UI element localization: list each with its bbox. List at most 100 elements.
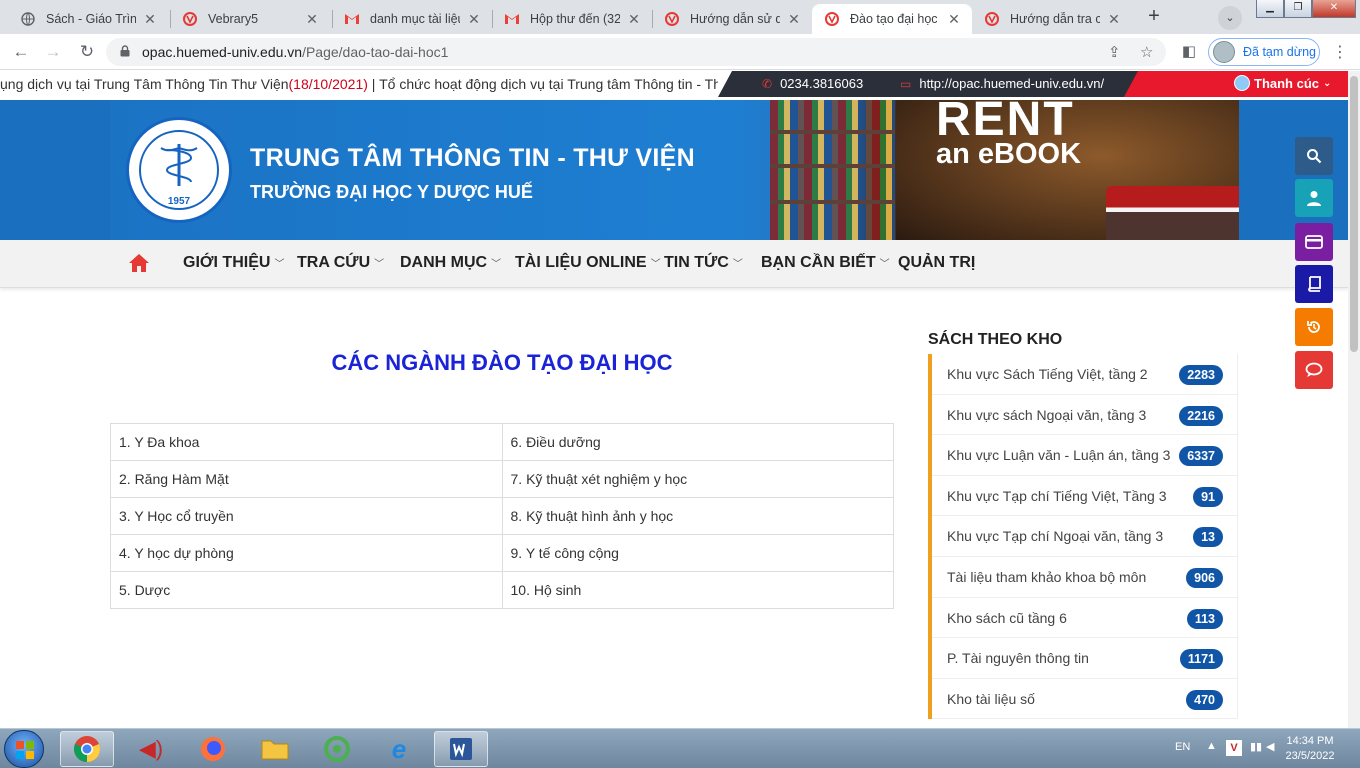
- history-float-button[interactable]: [1295, 308, 1333, 346]
- language-indicator[interactable]: EN: [1175, 741, 1190, 753]
- major-cell: 3. Y Học cổ truyền: [110, 497, 503, 535]
- tab-dao-tao-dai-hoc[interactable]: Đào tạo đại học ✕: [812, 4, 972, 34]
- url-path: /Page/dao-tao-dai-hoc1: [302, 44, 449, 60]
- sidebar-collection-list: Khu vực Sách Tiếng Việt, tầng 2 2283 Khu …: [928, 354, 1238, 720]
- sidebar-item-sach-tieng-viet[interactable]: Khu vực Sách Tiếng Việt, tầng 2 2283: [932, 354, 1238, 395]
- url-text[interactable]: opac.huemed-univ.edu.vn/Page/dao-tao-dai…: [142, 44, 448, 60]
- tab-huong-dan-su-dung[interactable]: Hướng dẫn sử dụ ✕: [652, 4, 812, 34]
- close-tab-icon[interactable]: ✕: [142, 11, 158, 28]
- card-float-button[interactable]: [1295, 223, 1333, 261]
- books-stack-image: [1106, 186, 1239, 240]
- tab-danh-muc[interactable]: danh mục tài liệu ✕: [332, 4, 492, 34]
- start-button[interactable]: [4, 730, 44, 768]
- taskbar-chrome[interactable]: [60, 731, 114, 767]
- taskbar-word[interactable]: [434, 731, 488, 767]
- system-clock[interactable]: 14:34 PM 23/5/2022: [1282, 734, 1338, 764]
- maximize-button[interactable]: ❐: [1284, 0, 1312, 18]
- taskbar-firefox[interactable]: [186, 731, 240, 767]
- browser-menu-icon[interactable]: ⋮: [1332, 42, 1348, 62]
- nav-tra-cuu[interactable]: TRA CỨU ﹀: [297, 254, 384, 272]
- profile-paused-button[interactable]: Đã tạm dừng: [1208, 38, 1320, 66]
- taskbar-volume[interactable]: ◀): [124, 731, 178, 767]
- close-tab-icon[interactable]: ✕: [626, 11, 642, 28]
- contact-website[interactable]: ▭ http://opac.huemed-univ.edu.vn/: [900, 76, 1104, 91]
- card-icon: [1305, 235, 1323, 249]
- browser-toolbar: ← → ↻ opac.huemed-univ.edu.vn/Page/dao-t…: [0, 34, 1360, 70]
- major-cell: 10. Hộ sinh: [501, 571, 894, 609]
- close-tab-icon[interactable]: ✕: [946, 11, 962, 28]
- site-subtitle: TRƯỜNG ĐẠI HỌC Y DƯỢC HUẾ: [250, 182, 533, 202]
- contact-phone[interactable]: ✆ 0234.3816063: [762, 76, 863, 91]
- new-tab-button[interactable]: +: [1140, 5, 1168, 29]
- news-marquee[interactable]: ụng dịch vụ tại Trung Tâm Thông Tin Thư …: [0, 71, 730, 97]
- chevron-down-icon: ﹀: [650, 259, 661, 270]
- vietkey-icon[interactable]: V: [1226, 740, 1242, 756]
- share-icon[interactable]: ⇪: [1108, 43, 1121, 61]
- sidebar-item-kho-tai-lieu-so[interactable]: Kho tài liệu số 470: [932, 678, 1238, 720]
- sidebar-item-tai-lieu-tham-khao[interactable]: Tài liệu tham khảo khoa bộ môn 906: [932, 556, 1238, 598]
- nav-gioi-thieu[interactable]: GIỚI THIỆU ﹀: [183, 254, 284, 272]
- marquee-date: (18/10/2021): [288, 76, 368, 92]
- nav-ban-can-biet[interactable]: BẠN CẦN BIẾT ﹀: [761, 254, 890, 272]
- search-icon: [1307, 149, 1322, 164]
- nav-tai-lieu-online[interactable]: TÀI LIỆU ONLINE ﹀: [515, 254, 661, 272]
- marquee-text-after: | Tổ chức hoạt động dịch vụ tại Trung tâ…: [367, 76, 730, 92]
- user-icon: [1307, 191, 1321, 206]
- reload-icon[interactable]: ↻: [76, 42, 98, 62]
- tab-search-chevron-icon[interactable]: ⌄: [1218, 6, 1242, 30]
- tab-vebrary5[interactable]: Vebrary5 ✕: [170, 4, 330, 34]
- list-item-label: Kho sách cũ tầng 6: [947, 609, 1067, 626]
- chevron-down-icon: ﹀: [374, 259, 385, 270]
- majors-table: 1. Y Đa khoa 6. Điều dưỡng 2. Răng Hàm M…: [110, 423, 894, 609]
- network-icon[interactable]: ▮▮: [1250, 740, 1262, 753]
- user-menu-toggle[interactable]: Thanh cúc ⌄: [1234, 75, 1331, 91]
- tab-sach-giao-trinh[interactable]: Sách - Giáo Trình Đ ✕: [8, 4, 168, 34]
- close-window-button[interactable]: ✕: [1312, 0, 1356, 18]
- bookshelf-image: [770, 100, 895, 240]
- close-tab-icon[interactable]: ✕: [1106, 11, 1122, 28]
- close-tab-icon[interactable]: ✕: [466, 11, 482, 28]
- taskbar-coccoc[interactable]: [310, 731, 364, 767]
- forward-arrow-icon[interactable]: →: [42, 42, 64, 62]
- nav-label: QUẢN TRỊ: [898, 254, 976, 271]
- lock-icon[interactable]: [120, 45, 130, 57]
- taskbar-ie[interactable]: e: [372, 731, 426, 767]
- taskbar-explorer[interactable]: [248, 731, 302, 767]
- tab-huong-dan-tra-cuu[interactable]: Hướng dẫn tra cứ ✕: [972, 4, 1132, 34]
- close-tab-icon[interactable]: ✕: [304, 11, 320, 28]
- sidebar-item-luan-van[interactable]: Khu vực Luận văn - Luận án, tầng 3 6337: [932, 435, 1238, 476]
- side-panel-icon[interactable]: ◧: [1178, 42, 1200, 62]
- history-icon: [1307, 321, 1320, 333]
- bookmark-star-icon[interactable]: ☆: [1140, 43, 1153, 61]
- tab-hop-thu-den[interactable]: Hộp thư đến (326) ✕: [492, 4, 652, 34]
- sidebar-item-tap-chi-tieng-viet[interactable]: Khu vực Tạp chí Tiếng Việt, Tầng 3 91: [932, 475, 1238, 517]
- nav-quan-tri[interactable]: QUẢN TRỊ: [898, 254, 975, 272]
- tab-title: Hộp thư đến (326): [530, 12, 620, 26]
- nav-label: TIN TỨC: [664, 254, 729, 271]
- user-float-button[interactable]: [1295, 179, 1333, 217]
- count-badge: 6337: [1179, 446, 1223, 467]
- chrome-icon: [74, 736, 100, 762]
- minimize-button[interactable]: ▁: [1256, 0, 1284, 18]
- scrollbar-thumb[interactable]: [1350, 76, 1358, 352]
- book-float-button[interactable]: [1295, 265, 1333, 303]
- back-arrow-icon[interactable]: ←: [10, 42, 32, 62]
- nav-tin-tuc[interactable]: TIN TỨC ﹀: [664, 254, 743, 272]
- sidebar-item-tai-nguyen-thong-tin[interactable]: P. Tài nguyên thông tin 1171: [932, 638, 1238, 679]
- shelf-board: [770, 200, 895, 204]
- search-float-button[interactable]: [1295, 137, 1333, 175]
- user-avatar: [1234, 75, 1250, 91]
- nav-danh-muc[interactable]: DANH MỤC ﹀: [400, 254, 501, 272]
- monitor-icon: ▭: [900, 77, 912, 91]
- volume-tray-icon[interactable]: ◀: [1266, 740, 1274, 753]
- home-icon[interactable]: [128, 253, 150, 273]
- sidebar-item-tap-chi-ngoai-van[interactable]: Khu vực Tạp chí Ngoại văn, tầng 3 13: [932, 516, 1238, 557]
- chat-float-button[interactable]: [1295, 351, 1333, 389]
- university-logo[interactable]: 1957: [126, 117, 232, 223]
- tray-expand-icon[interactable]: ▲: [1206, 740, 1217, 752]
- sidebar-item-kho-sach-cu[interactable]: Kho sách cũ tầng 6 113: [932, 597, 1238, 639]
- sidebar-item-sach-ngoai-van[interactable]: Khu vực sách Ngoại văn, tầng 3 2216: [932, 394, 1238, 436]
- address-bar[interactable]: opac.huemed-univ.edu.vn/Page/dao-tao-dai…: [106, 38, 1166, 66]
- user-menu[interactable]: Thanh cúc ⌄: [1124, 71, 1360, 97]
- close-tab-icon[interactable]: ✕: [786, 11, 802, 28]
